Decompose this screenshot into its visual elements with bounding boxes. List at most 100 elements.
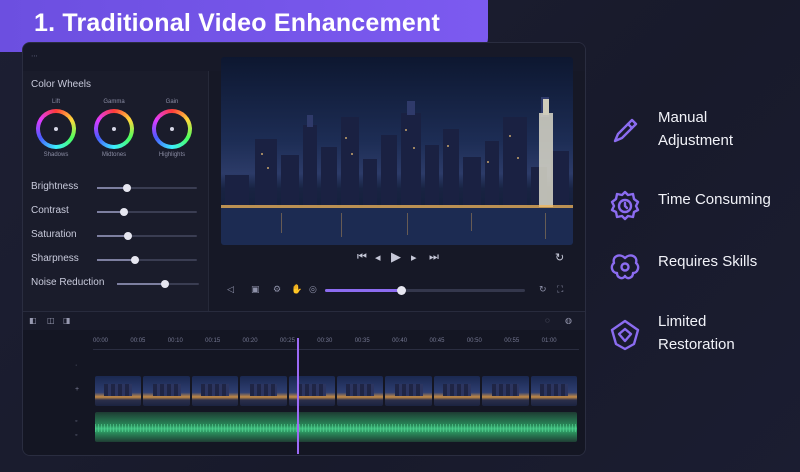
transport-controls: ⏮ ◂ ▶ ▸ ⏭ ↻ xyxy=(221,249,573,269)
sharpness-slider[interactable] xyxy=(97,256,197,264)
ruler-tick-label: 00:35 xyxy=(354,338,370,344)
zoom-out-icon[interactable]: ◌ xyxy=(545,316,550,325)
zoom-in-icon[interactable]: ◍ xyxy=(565,316,572,325)
feature-time-consuming: Time Consuming xyxy=(606,180,796,228)
feature-label-line1: Limited xyxy=(658,313,707,330)
playback-scrubber[interactable] xyxy=(325,286,525,295)
color-wheels: Lift Shadows Gamma Midtones Gain Highlig… xyxy=(31,99,201,159)
slide: 1. Traditional Video Enhancement ⋯ Color… xyxy=(0,0,800,472)
video-clip-thumbnail[interactable] xyxy=(530,376,578,406)
audio-solo-icon[interactable]: ◦ xyxy=(75,432,77,439)
page-title: 1. Traditional Video Enhancement xyxy=(34,9,441,37)
scrub-fill xyxy=(325,289,401,292)
color-wheel-ring[interactable] xyxy=(94,109,134,149)
feature-label: Time Consuming xyxy=(658,188,771,211)
adjustment-label: Noise Reduction xyxy=(31,277,105,288)
brightness-slider[interactable] xyxy=(97,184,197,192)
video-clip-thumbnail[interactable] xyxy=(143,376,190,406)
audio-mute-icon[interactable]: ◦ xyxy=(75,418,77,425)
play-icon[interactable]: ▶ xyxy=(391,249,401,265)
ruler-tick-label: 00:40 xyxy=(392,338,408,344)
contrast-slider[interactable] xyxy=(97,208,197,216)
video-clip-thumbnail[interactable] xyxy=(288,376,336,406)
slider-fill xyxy=(97,259,135,261)
clock-gear-icon xyxy=(610,190,640,221)
adjustment-label: Sharpness xyxy=(31,253,79,264)
slider-knob[interactable] xyxy=(123,184,131,192)
feature-label: Manual Adjustment xyxy=(658,106,733,152)
rewind-icon[interactable]: ◂ xyxy=(375,251,381,264)
adjustment-noise-reduction: Noise Reduction xyxy=(31,277,201,291)
video-clip-thumbnail[interactable] xyxy=(95,376,142,406)
feature-manual-adjustment: Manual Adjustment xyxy=(606,106,796,154)
wheel-sublabel: Midtones xyxy=(101,152,127,158)
skip-forward-icon[interactable]: ⏭ xyxy=(429,251,439,264)
pen-icon xyxy=(613,118,638,143)
noise-reduction-slider[interactable] xyxy=(117,280,199,288)
ruler-tick-label: 00:55 xyxy=(504,338,520,344)
feature-label-line2: Adjustment xyxy=(658,132,734,149)
ruler-tick-label: 00:25 xyxy=(279,338,295,344)
color-wheel-lift[interactable]: Lift Shadows xyxy=(33,99,79,163)
trim-tool-icon[interactable]: ◨ xyxy=(63,316,71,325)
video-clip-thumbnail[interactable] xyxy=(433,376,481,406)
timeline-toolbar: ◧ ◫ ◨ ◌ ◍ xyxy=(23,312,585,330)
slider-knob[interactable] xyxy=(131,256,139,264)
ruler-tick-label: 00:30 xyxy=(317,338,333,344)
ruler-tick-label: 00:00 xyxy=(93,338,109,344)
slider-fill xyxy=(117,283,165,285)
timeline-ruler[interactable]: 00:00 00:05 00:10 00:15 00:20 00:25 00:30 00:35… xyxy=(93,338,579,350)
scrub-knob[interactable] xyxy=(397,286,406,295)
playback-scrub-row: ◁ ▣ ⚙ ✋ ◎ ↻ ⛶ xyxy=(221,281,573,301)
track-visibility-icon[interactable]: + xyxy=(75,386,79,393)
video-clip-thumbnail[interactable] xyxy=(337,376,384,406)
wheel-sublabel: Highlights xyxy=(158,152,186,158)
camera-icon[interactable]: ▣ xyxy=(251,284,260,295)
video-preview[interactable] xyxy=(221,57,573,245)
cut-tool-icon[interactable]: ◫ xyxy=(47,316,55,325)
select-tool-icon[interactable]: ◧ xyxy=(29,316,37,325)
ruler-tick-label: 00:20 xyxy=(242,338,258,344)
slider-knob[interactable] xyxy=(124,232,132,240)
color-wheel-gain[interactable]: Gain Highlights xyxy=(149,99,195,163)
wheel-label: Gamma xyxy=(103,99,125,105)
adjustment-sharpness: Sharpness xyxy=(31,253,201,267)
fullscreen-icon[interactable]: ⛶ xyxy=(557,284,563,295)
color-wheel-gamma[interactable]: Gamma Midtones xyxy=(91,99,137,163)
track-lock-icon[interactable]: · xyxy=(75,362,77,369)
forward-icon[interactable]: ▸ xyxy=(411,251,417,264)
settings-icon[interactable]: ⚙ xyxy=(273,284,281,295)
video-clip-thumbnail[interactable] xyxy=(385,376,432,406)
adjustment-label: Brightness xyxy=(31,181,79,192)
adjustment-saturation: Saturation xyxy=(31,229,201,243)
ruler-tick-label: 00:10 xyxy=(167,338,183,344)
video-clip-thumbnail[interactable] xyxy=(482,376,529,406)
hand-icon[interactable]: ✋ xyxy=(291,284,302,295)
color-wheel-ring[interactable] xyxy=(152,109,192,149)
wheel-label: Gain xyxy=(165,99,179,105)
color-panel: Color Wheels Lift Shadows Gamma Midtones… xyxy=(23,71,209,341)
panel-title: Color Wheels xyxy=(31,79,92,90)
video-clip-thumbnail[interactable] xyxy=(191,376,239,406)
video-clip-thumbnail[interactable] xyxy=(240,376,287,406)
marker-icon[interactable]: ◎ xyxy=(309,284,317,295)
audio-waveform-track[interactable] xyxy=(95,412,577,442)
wheel-handle[interactable] xyxy=(170,127,174,131)
brain-icon xyxy=(610,254,640,280)
slider-knob[interactable] xyxy=(120,208,128,216)
feature-label-line2: Restoration xyxy=(658,336,735,353)
shield-icon xyxy=(610,319,640,351)
video-track[interactable] xyxy=(95,376,578,406)
wheel-handle[interactable] xyxy=(112,127,116,131)
loop-icon[interactable]: ↻ xyxy=(555,251,564,264)
timeline-playhead[interactable] xyxy=(297,338,300,454)
wheel-handle[interactable] xyxy=(54,127,58,131)
refresh-icon[interactable]: ↻ xyxy=(539,284,547,295)
skip-back-icon[interactable]: ⏮ xyxy=(357,251,367,264)
slider-knob[interactable] xyxy=(160,280,169,288)
volume-icon[interactable]: ◁ xyxy=(227,284,234,295)
color-wheel-ring[interactable] xyxy=(36,109,76,149)
saturation-slider[interactable] xyxy=(97,232,197,240)
adjustment-contrast: Contrast xyxy=(31,205,201,219)
menu-icon[interactable]: ⋯ xyxy=(31,52,38,60)
